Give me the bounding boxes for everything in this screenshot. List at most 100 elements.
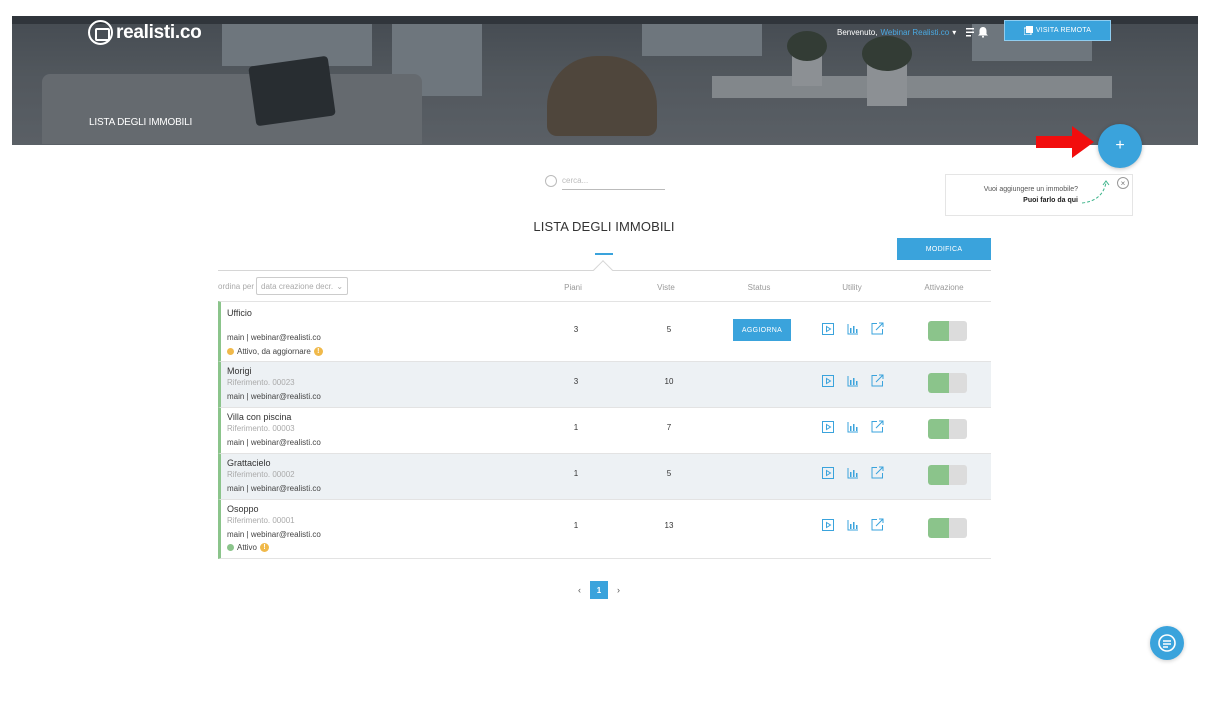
stats-icon[interactable]	[846, 420, 859, 433]
search-bar	[545, 172, 665, 190]
property-reference: Riferimento. 00023	[227, 378, 295, 387]
user-menu[interactable]: Benvenuto, Webinar Realisti.co ▾	[837, 28, 956, 37]
property-reference: Riferimento. 00002	[227, 470, 295, 479]
status-dot	[227, 544, 234, 551]
menu-icon	[966, 28, 974, 37]
property-owner: main | webinar@realisti.co	[227, 333, 321, 342]
activation-toggle[interactable]	[928, 321, 967, 341]
bell-icon	[978, 27, 988, 38]
hint-question: Vuoi aggiungere un immobile?	[983, 186, 1078, 193]
list-title: LISTA DEGLI IMMOBILI	[533, 219, 675, 234]
chat-button[interactable]	[1150, 626, 1184, 660]
floors-value: 1	[573, 423, 579, 432]
status-dot	[227, 348, 234, 355]
property-name[interactable]: Ufficio	[227, 308, 252, 318]
toggle-on-part	[928, 373, 949, 393]
update-button[interactable]: AGGIORNA	[733, 319, 791, 341]
property-owner: main | webinar@realisti.co	[227, 438, 321, 447]
stats-icon[interactable]	[846, 374, 859, 387]
column-utility: Utility	[842, 283, 862, 292]
toggle-on-part	[928, 321, 949, 341]
add-property-button[interactable]: +	[1098, 124, 1142, 168]
views-value: 10	[664, 377, 674, 386]
views-value: 13	[664, 521, 674, 530]
sort-value: data creazione decr.	[261, 281, 334, 291]
table-row[interactable]: Ufficio main | webinar@realisti.co Attiv…	[218, 301, 991, 361]
activation-toggle[interactable]	[928, 373, 967, 393]
pagination: ‹ 1 ›	[578, 581, 620, 599]
status-text: Attivo, da aggiornare	[237, 347, 311, 356]
notifications-button[interactable]	[966, 26, 989, 38]
previous-page-button[interactable]: ‹	[578, 585, 581, 595]
stats-icon[interactable]	[846, 518, 859, 531]
property-reference: Riferimento. 00003	[227, 424, 295, 433]
property-name[interactable]: Grattacielo	[227, 458, 271, 468]
open-external-icon[interactable]	[871, 518, 884, 531]
views-value: 5	[666, 325, 672, 334]
chat-icon	[1158, 634, 1176, 652]
search-input[interactable]	[562, 172, 665, 190]
play-icon[interactable]	[821, 420, 834, 433]
chevron-down-icon: ▾	[952, 28, 957, 37]
sort-control: ordina per data creazione decr. ⌄	[218, 277, 349, 295]
property-list: Ufficio main | webinar@realisti.co Attiv…	[218, 301, 991, 559]
utility-actions	[821, 374, 884, 387]
copy-icon	[1023, 26, 1033, 35]
column-floors: Piani	[564, 283, 582, 292]
play-icon[interactable]	[821, 322, 834, 335]
column-status: Status	[747, 283, 771, 292]
play-icon[interactable]	[821, 466, 834, 479]
utility-actions	[821, 322, 884, 335]
brand-name: realisti.co	[116, 21, 202, 43]
page: realisti.co LISTA DEGLI IMMOBILI Benvenu…	[0, 0, 1211, 701]
stats-icon[interactable]	[846, 466, 859, 479]
toggle-on-part	[928, 419, 949, 439]
activation-toggle[interactable]	[928, 419, 967, 439]
hint-action: Puoi farlo da qui	[1023, 197, 1078, 204]
play-icon[interactable]	[821, 374, 834, 387]
page-1-button[interactable]: 1	[590, 581, 608, 599]
hero-page-title: LISTA DEGLI IMMOBILI	[89, 117, 193, 128]
hint-close-button[interactable]: ×	[1117, 177, 1129, 189]
utility-actions	[821, 518, 884, 531]
table-row[interactable]: Morigi Riferimento. 00023 main | webinar…	[218, 361, 991, 407]
property-owner: main | webinar@realisti.co	[227, 392, 321, 401]
floors-value: 3	[573, 377, 579, 386]
property-status: Attivo !	[227, 543, 270, 552]
sort-label: ordina per	[218, 281, 255, 291]
activation-toggle[interactable]	[928, 518, 967, 538]
curved-arrow-icon	[1082, 180, 1110, 204]
open-external-icon[interactable]	[871, 374, 884, 387]
table-row[interactable]: Villa con piscina Riferimento. 00003 mai…	[218, 407, 991, 453]
property-name[interactable]: Villa con piscina	[227, 412, 291, 422]
property-owner: main | webinar@realisti.co	[227, 530, 321, 539]
divider-notch	[593, 260, 613, 280]
open-external-icon[interactable]	[871, 420, 884, 433]
remote-visit-label: VISITA REMOTA	[1035, 27, 1092, 34]
next-page-button[interactable]: ›	[617, 585, 620, 595]
property-name[interactable]: Morigi	[227, 366, 252, 376]
property-owner: main | webinar@realisti.co	[227, 484, 321, 493]
brand-logo[interactable]: realisti.co	[88, 20, 202, 45]
activation-toggle[interactable]	[928, 465, 967, 485]
utility-actions	[821, 420, 884, 433]
stats-icon[interactable]	[846, 322, 859, 335]
arrow-pointer-icon	[1036, 126, 1094, 158]
open-external-icon[interactable]	[871, 466, 884, 479]
title-underline	[595, 253, 613, 255]
play-icon[interactable]	[821, 518, 834, 531]
remote-visit-button[interactable]: VISITA REMOTA	[1004, 20, 1111, 41]
table-row[interactable]: Osoppo Riferimento. 00001 main | webinar…	[218, 499, 991, 559]
sort-select[interactable]: data creazione decr. ⌄	[256, 277, 349, 295]
column-activation: Attivazione	[924, 283, 964, 292]
column-views: Viste	[657, 283, 675, 292]
warning-icon[interactable]: !	[260, 543, 270, 552]
welcome-text: Benvenuto,	[837, 28, 878, 37]
warning-icon[interactable]: !	[313, 347, 323, 356]
modify-button[interactable]: MODIFICA	[897, 238, 991, 260]
open-external-icon[interactable]	[871, 322, 884, 335]
table-row[interactable]: Grattacielo Riferimento. 00002 main | we…	[218, 453, 991, 499]
property-status: Attivo, da aggiornare !	[227, 347, 323, 356]
property-name[interactable]: Osoppo	[227, 504, 259, 514]
logo-icon	[88, 20, 113, 45]
